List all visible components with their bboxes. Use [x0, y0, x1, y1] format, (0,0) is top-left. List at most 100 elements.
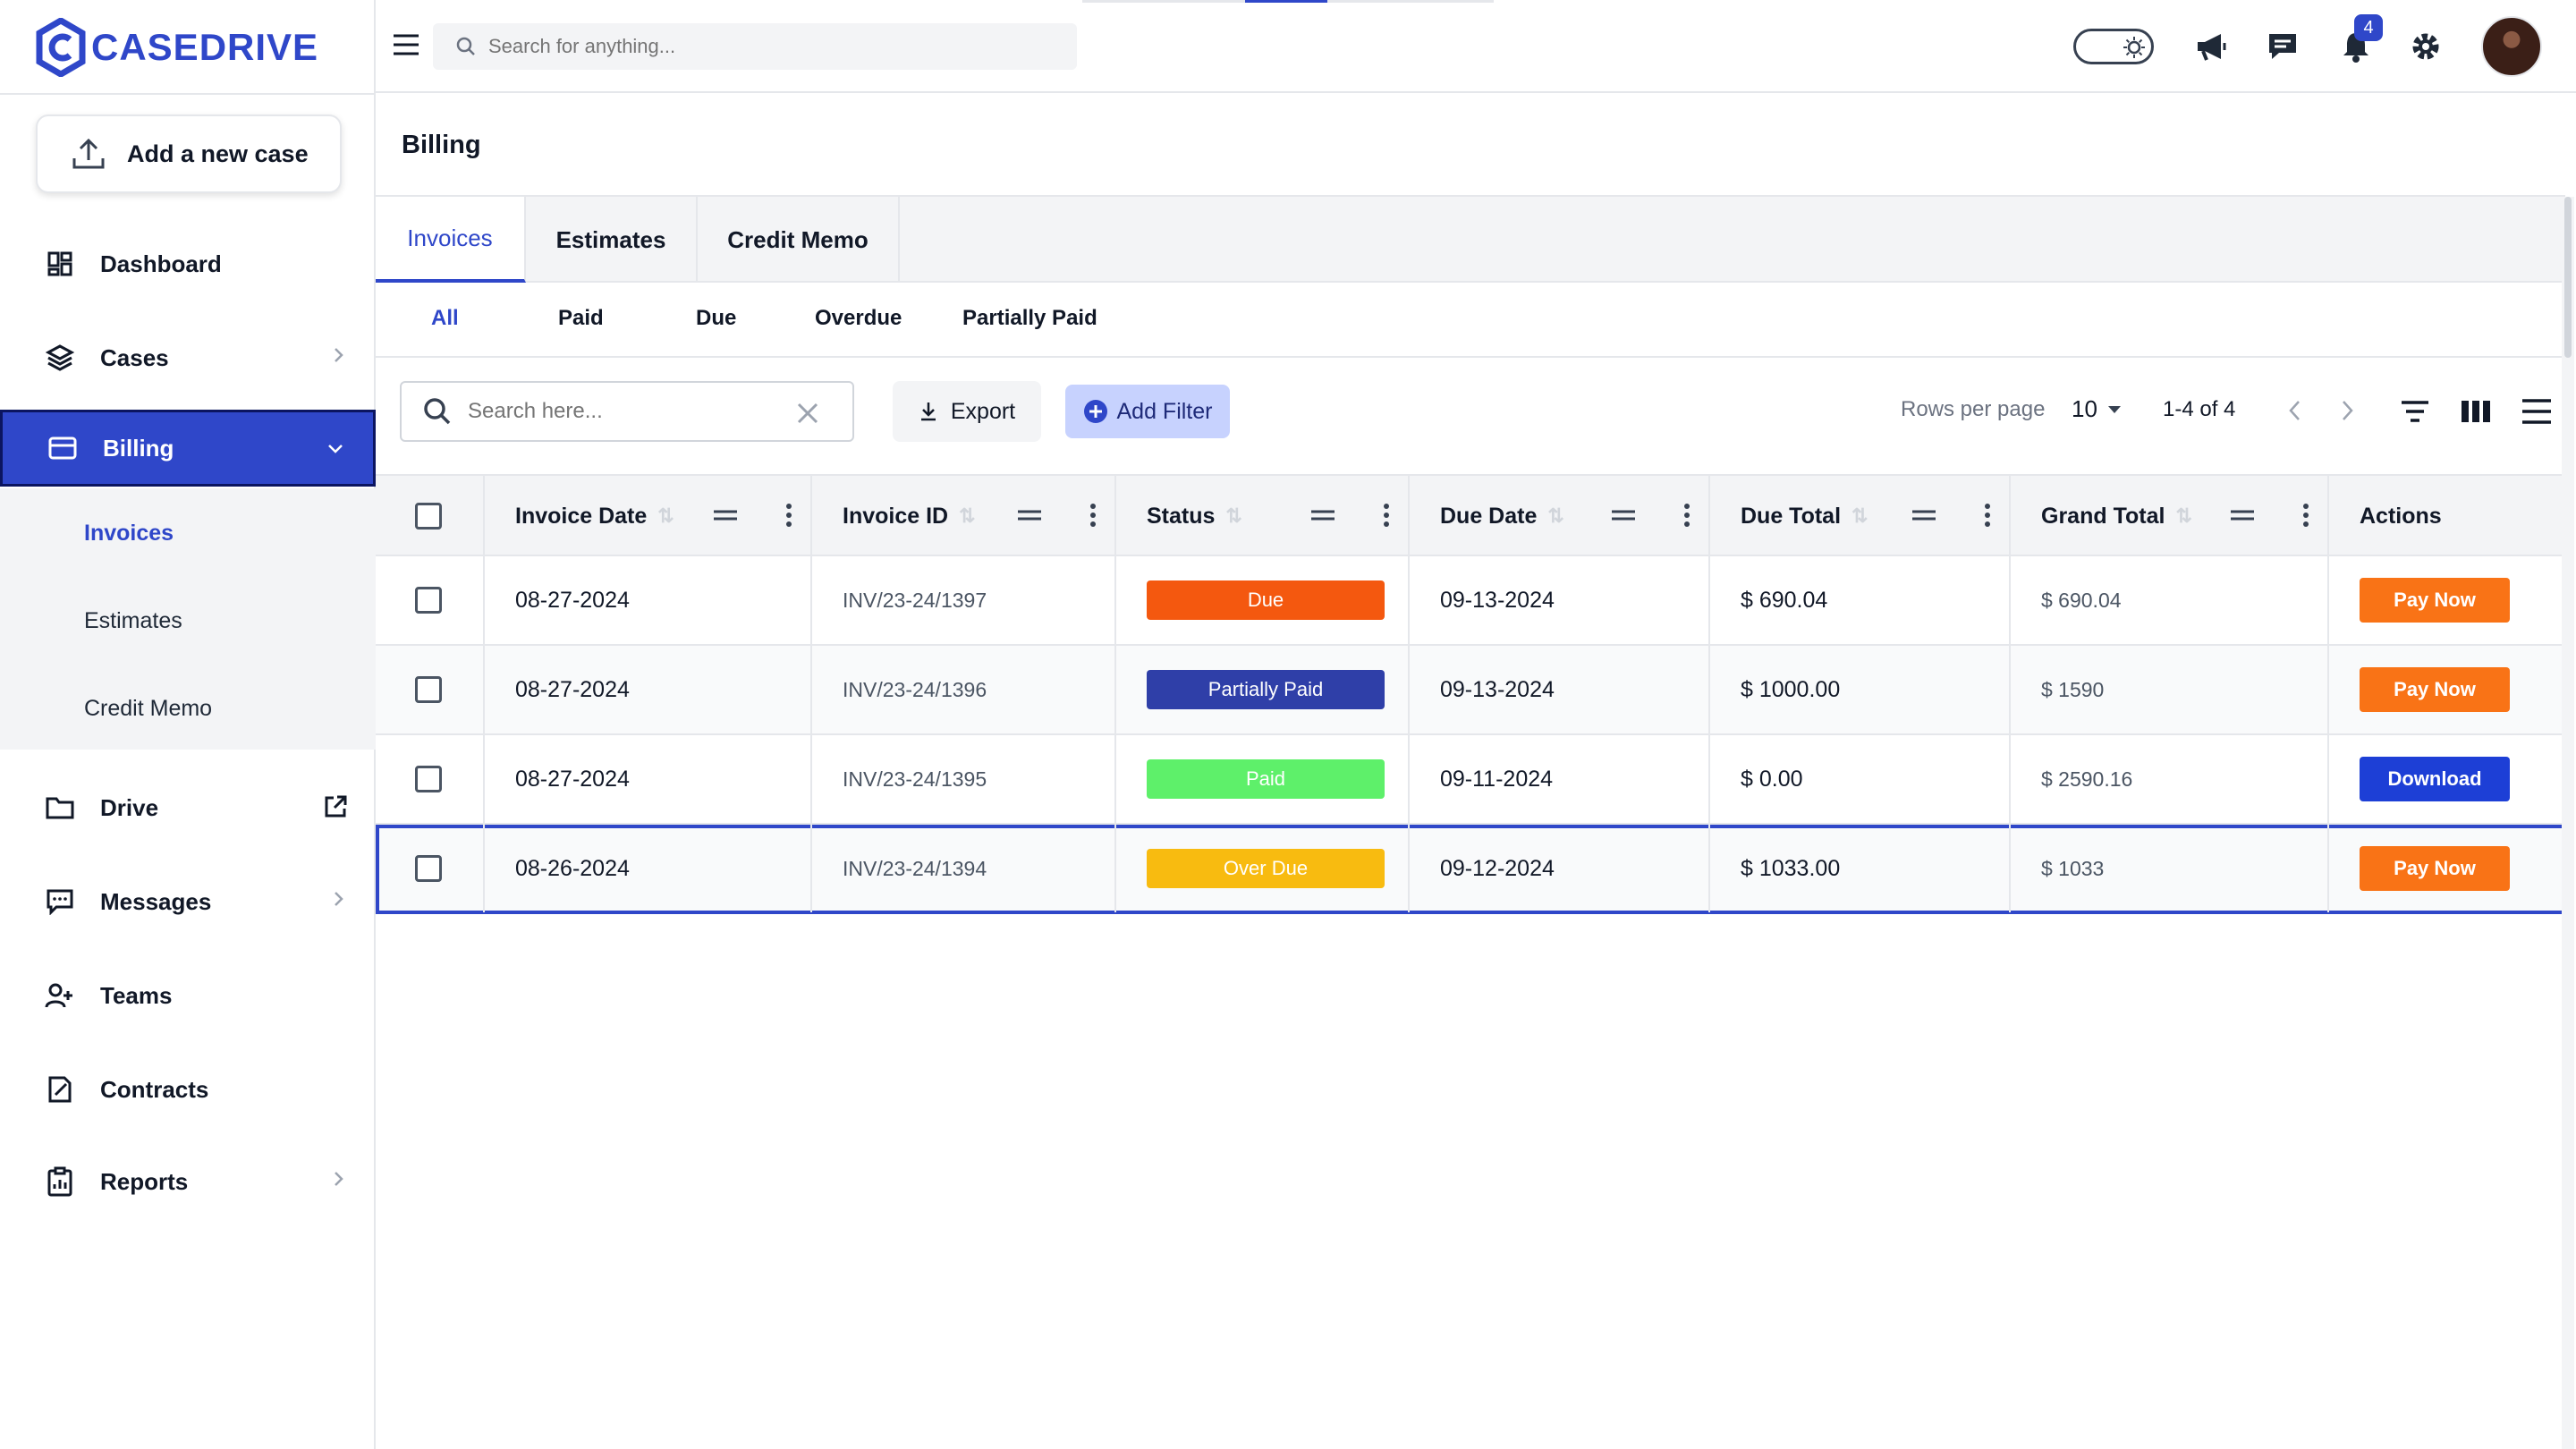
- rows-per-page-select[interactable]: 10: [2072, 395, 2123, 423]
- layers-icon: [45, 343, 75, 373]
- sort-icon[interactable]: ⇅: [1852, 504, 1868, 528]
- column-drag-icon[interactable]: [1610, 504, 1637, 526]
- previous-page-icon[interactable]: [2283, 397, 2308, 424]
- global-search-input[interactable]: [488, 35, 1025, 58]
- add-filter-button[interactable]: Add Filter: [1065, 385, 1230, 438]
- filter-tab-paid[interactable]: Paid: [558, 306, 604, 331]
- table-search-input[interactable]: [468, 399, 772, 424]
- top-bar: 4: [376, 0, 2576, 93]
- pay-now-button[interactable]: Pay Now: [2360, 667, 2510, 712]
- cell-invoice-id: INV/23-24/1395: [812, 735, 1116, 823]
- column-drag-icon[interactable]: [1911, 504, 1937, 526]
- column-header-grand-total[interactable]: Grand Total ⇅: [2011, 476, 2329, 556]
- column-menu-icon[interactable]: [1383, 503, 1390, 528]
- tab-estimates[interactable]: Estimates: [526, 197, 698, 283]
- global-search[interactable]: [433, 23, 1077, 70]
- table-row[interactable]: 08-27-2024 INV/23-24/1395 Paid 09-11-202…: [376, 735, 2565, 825]
- density-icon[interactable]: [2519, 394, 2555, 429]
- row-checkbox[interactable]: [415, 855, 442, 882]
- users-icon: [45, 980, 75, 1011]
- column-header-invoice-date[interactable]: Invoice Date ⇅: [485, 476, 812, 556]
- announcement-icon[interactable]: [2191, 27, 2231, 66]
- settings-gear-icon[interactable]: [2406, 27, 2445, 66]
- filter-tab-overdue[interactable]: Overdue: [815, 306, 902, 331]
- column-drag-icon[interactable]: [1309, 504, 1336, 526]
- column-drag-icon[interactable]: [2229, 504, 2256, 526]
- user-avatar[interactable]: [2481, 16, 2542, 77]
- column-header-due-date[interactable]: Due Date ⇅: [1410, 476, 1710, 556]
- column-menu-icon[interactable]: [1984, 503, 1991, 528]
- external-link-icon[interactable]: [322, 793, 349, 820]
- row-checkbox[interactable]: [415, 766, 442, 792]
- scrollbar-thumb[interactable]: [2564, 197, 2572, 358]
- table-row[interactable]: 08-27-2024 INV/23-24/1396 Partially Paid…: [376, 646, 2565, 735]
- cell-grand-total: $ 1590: [2011, 646, 2329, 733]
- loading-progress-bar: [1082, 0, 1494, 3]
- sidebar-item-drive[interactable]: Drive: [0, 769, 376, 846]
- tab-credit-memo[interactable]: Credit Memo: [698, 197, 900, 283]
- sidebar-item-messages[interactable]: Messages: [0, 863, 376, 940]
- submenu-item-credit-memo[interactable]: Credit Memo: [84, 696, 212, 722]
- column-menu-icon[interactable]: [785, 503, 792, 528]
- column-menu-icon[interactable]: [2302, 503, 2309, 528]
- upload-icon: [72, 138, 105, 169]
- sidebar-item-contracts[interactable]: Contracts: [0, 1051, 376, 1128]
- add-new-case-label: Add a new case: [127, 140, 309, 167]
- row-checkbox[interactable]: [415, 587, 442, 614]
- sort-icon[interactable]: ⇅: [2175, 504, 2191, 528]
- tab-invoices[interactable]: Invoices: [376, 197, 526, 283]
- brand-logo[interactable]: CASEDRIVE: [36, 16, 318, 79]
- sort-icon[interactable]: ⇅: [959, 504, 975, 528]
- notification-badge: 4: [2354, 14, 2383, 41]
- column-header-due-total[interactable]: Due Total ⇅: [1710, 476, 2011, 556]
- dashboard-icon: [45, 249, 75, 279]
- status-badge-paid: Paid: [1147, 759, 1385, 799]
- filter-tab-due[interactable]: Due: [696, 306, 736, 331]
- column-header-label: Due Total: [1741, 503, 1842, 529]
- pay-now-button[interactable]: Pay Now: [2360, 578, 2510, 623]
- column-drag-icon[interactable]: [1016, 504, 1043, 526]
- cell-invoice-date: 08-27-2024: [485, 556, 812, 644]
- next-page-icon[interactable]: [2334, 397, 2360, 424]
- sort-icon[interactable]: ⇅: [1547, 504, 1563, 528]
- column-menu-icon[interactable]: [1089, 503, 1097, 528]
- sidebar-item-teams[interactable]: Teams: [0, 957, 376, 1034]
- close-icon[interactable]: [795, 401, 820, 426]
- add-new-case-button[interactable]: Add a new case: [36, 114, 342, 193]
- theme-toggle[interactable]: [2073, 29, 2154, 64]
- select-all-checkbox[interactable]: [415, 503, 442, 530]
- submenu-item-estimates[interactable]: Estimates: [84, 608, 182, 634]
- sidebar-item-label: Dashboard: [100, 250, 222, 277]
- cell-status: Partially Paid: [1116, 646, 1410, 733]
- table-search[interactable]: [400, 381, 854, 442]
- select-all-cell: [376, 476, 485, 556]
- table-row-selected[interactable]: 08-26-2024 INV/23-24/1394 Over Due 09-12…: [376, 825, 2565, 914]
- pay-now-button[interactable]: Pay Now: [2360, 846, 2510, 891]
- sidebar-item-billing[interactable]: Billing: [0, 410, 376, 487]
- row-checkbox[interactable]: [415, 676, 442, 703]
- cell-invoice-id: INV/23-24/1397: [812, 556, 1116, 644]
- hamburger-menu-icon[interactable]: [392, 32, 420, 57]
- sidebar-item-cases[interactable]: Cases: [0, 319, 376, 396]
- filter-tab-all[interactable]: All: [431, 306, 459, 331]
- column-header-status[interactable]: Status ⇅: [1116, 476, 1410, 556]
- column-menu-icon[interactable]: [1683, 503, 1690, 528]
- table-row[interactable]: 08-27-2024 INV/23-24/1397 Due 09-13-2024…: [376, 556, 2565, 646]
- cell-due-total: $ 0.00: [1710, 735, 2011, 823]
- page-scrollbar[interactable]: [2562, 197, 2574, 1449]
- sidebar-item-reports[interactable]: Reports: [0, 1143, 376, 1220]
- sort-icon[interactable]: ⇅: [657, 504, 674, 528]
- export-button[interactable]: Export: [893, 381, 1041, 442]
- filter-lines-icon[interactable]: [2397, 394, 2433, 429]
- sidebar-item-dashboard[interactable]: Dashboard: [0, 225, 376, 302]
- download-button[interactable]: Download: [2360, 757, 2510, 801]
- sort-icon[interactable]: ⇅: [1225, 504, 1241, 528]
- columns-icon[interactable]: [2458, 394, 2494, 429]
- column-drag-icon[interactable]: [712, 504, 739, 526]
- filter-tab-partially-paid[interactable]: Partially Paid: [962, 306, 1097, 331]
- chat-icon[interactable]: [2263, 27, 2302, 66]
- column-header-label: Status: [1147, 503, 1216, 529]
- rows-per-page-value: 10: [2072, 395, 2097, 422]
- column-header-invoice-id[interactable]: Invoice ID ⇅: [812, 476, 1116, 556]
- submenu-item-invoices[interactable]: Invoices: [84, 521, 174, 547]
